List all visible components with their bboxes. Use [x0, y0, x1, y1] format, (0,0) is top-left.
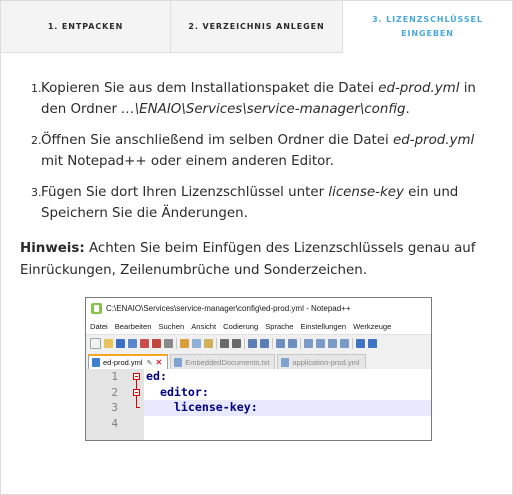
step-text: Öffnen Sie anschließend im selben Ordner… [41, 133, 475, 169]
tab-entpacken[interactable]: 1. ENTPACKEN [1, 1, 171, 53]
new-file-icon [90, 338, 101, 349]
list-item: 1. Kopieren Sie aus dem Installationspak… [31, 78, 491, 120]
menu-item-datei: Datei [90, 322, 108, 331]
step-tabs: 1. ENTPACKEN 2. VERZEICHNIS ANLEGEN 3. L… [1, 1, 512, 53]
fold-margin [133, 369, 141, 440]
notepad-toolbar [86, 334, 431, 352]
menu-item-sprache: Sprache [265, 322, 294, 331]
menu-item-codierung: Codierung [223, 322, 259, 331]
open-folder-icon [104, 339, 113, 348]
notepad-app-icon [91, 303, 102, 314]
notepad-editor: 1 2 3 4 ed: editor: license-key: [86, 369, 431, 440]
file-tab-application-prod: application-prod.yml [277, 354, 366, 369]
notepad-screenshot: C:\ENAIO\Services\service-manager\config… [85, 297, 432, 441]
notepad-menu-bar: Datei Bearbeiten Suchen Ansicht Codierun… [86, 319, 431, 334]
step-text: Fügen Sie dort Ihren Lizenzschlüssel unt… [41, 185, 459, 221]
paste-icon [204, 339, 213, 348]
show-all-characters-icon [328, 339, 337, 348]
code-area: ed: editor: license-key: [144, 369, 431, 440]
close-file-icon [140, 339, 149, 348]
toolbar-separator [272, 338, 273, 349]
file-tab-embedded-documents: EmbeddedDocuments.txt [170, 354, 276, 369]
file-tab-ed-prod: ed-prod.yml ✎ ✕ [88, 354, 169, 369]
copy-icon [192, 339, 201, 348]
redo-icon [232, 339, 241, 348]
tab-label: 1. ENTPACKEN [47, 21, 124, 31]
word-wrap-icon [316, 339, 325, 348]
file-tab-label: ed-prod.yml [103, 358, 143, 367]
cut-icon [180, 339, 189, 348]
toolbar-separator [300, 338, 301, 349]
file-name: ed-prod.yml [393, 133, 475, 148]
notepad-file-tabs: ed-prod.yml ✎ ✕ EmbeddedDocuments.txt ap… [86, 352, 431, 369]
sync-scroll-icon [304, 339, 313, 348]
file-icon [92, 358, 100, 367]
hint-label: Hinweis: [20, 241, 85, 256]
close-icon: ✕ [155, 358, 163, 367]
instruction-list: 1. Kopieren Sie aus dem Installationspak… [31, 78, 491, 234]
zoom-in-icon [276, 339, 285, 348]
toolbar-separator [244, 338, 245, 349]
menu-item-suchen: Suchen [158, 322, 185, 331]
step-number: 2. [31, 134, 42, 147]
file-icon [281, 357, 290, 367]
close-all-icon [152, 339, 161, 348]
menu-item-ansicht: Ansicht [191, 322, 217, 331]
file-tab-label: EmbeddedDocuments.txt [185, 357, 270, 367]
function-list-icon [368, 339, 377, 348]
toolbar-separator [352, 338, 353, 349]
list-item: 3. Fügen Sie dort Ihren Lizenzschlüssel … [31, 182, 491, 224]
replace-icon [260, 339, 269, 348]
file-icon [174, 357, 183, 367]
hint-text: Achten Sie beim Einfügen des Lizenzschlü… [20, 241, 476, 278]
pin-icon: ✎ [146, 359, 153, 367]
file-name: ed-prod.yml [378, 81, 460, 96]
tab-label: 2. VERZEICHNIS ANLEGEN [188, 21, 325, 31]
fold-line [136, 380, 137, 389]
toolbar-separator [176, 338, 177, 349]
document-map-icon [356, 339, 365, 348]
step-number: 1. [31, 82, 42, 95]
menu-item-einstellungen: Einstellungen [300, 322, 347, 331]
undo-icon [220, 339, 229, 348]
fold-collapse-icon [133, 373, 140, 380]
folder-path: …\ENAIO\Services\service-manager\config [121, 102, 406, 117]
save-icon [116, 339, 125, 348]
fold-collapse-icon [133, 389, 140, 396]
fold-end-icon [136, 407, 140, 408]
config-key: license-key [328, 185, 404, 200]
find-icon [248, 339, 257, 348]
tab-verzeichnis-anlegen[interactable]: 2. VERZEICHNIS ANLEGEN [171, 1, 343, 53]
menu-item-werkzeuge: Werkzeuge [353, 322, 392, 331]
indent-guide-icon [340, 339, 349, 348]
toolbar-separator [216, 338, 217, 349]
step-text: Kopieren Sie aus dem Installationspaket … [41, 81, 476, 117]
file-tab-label: application-prod.yml [292, 357, 360, 367]
code-line-current: license-key: [144, 400, 431, 416]
notepad-title-bar: C:\ENAIO\Services\service-manager\config… [86, 298, 431, 319]
tab-label: 3. LIZENZSCHLÜSSEL EINGEBEN [372, 15, 483, 38]
menu-item-bearbeiten: Bearbeiten [114, 322, 152, 331]
step-number: 3. [31, 186, 42, 199]
window-title: C:\ENAIO\Services\service-manager\config… [106, 304, 351, 313]
print-icon [164, 339, 173, 348]
code-line: ed: [146, 369, 167, 383]
code-line: editor: [146, 384, 209, 399]
list-item: 2. Öffnen Sie anschließend im selben Ord… [31, 130, 491, 172]
hint-paragraph: Hinweis: Achten Sie beim Einfügen des Li… [20, 238, 500, 282]
zoom-out-icon [288, 339, 297, 348]
save-all-icon [128, 339, 137, 348]
tab-lizenzschluessel-eingeben[interactable]: 3. LIZENZSCHLÜSSEL EINGEBEN [343, 1, 512, 53]
